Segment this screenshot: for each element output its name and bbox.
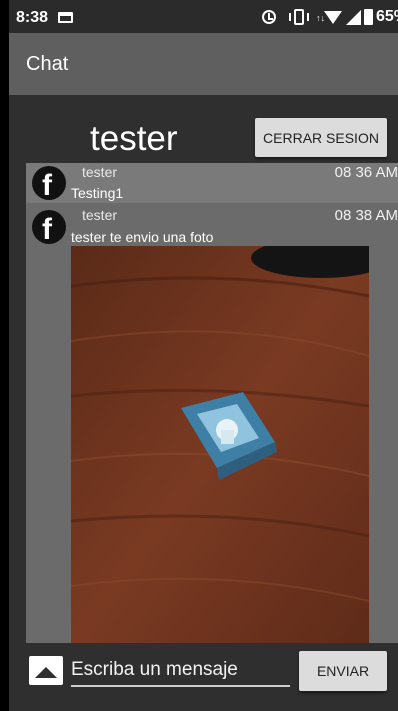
message-time: 08 36 AM	[334, 164, 398, 181]
messages-list[interactable]: f tester 08 36 AM Testing1 f tester 08 3…	[26, 163, 398, 643]
message-text: Testing1	[71, 185, 124, 201]
message-item[interactable]: f tester 08 36 AM Testing1	[26, 163, 398, 203]
message-input[interactable]	[71, 655, 290, 687]
app-screen: 8:38 ↑↓ 65% Chat tester CERRAR SESION f …	[9, 0, 398, 711]
status-time: 8:38	[16, 9, 49, 26]
facebook-avatar-icon: f	[32, 166, 66, 200]
card-icon	[58, 12, 73, 23]
vibrate-icon	[286, 9, 312, 25]
logout-button[interactable]: CERRAR SESION	[255, 118, 387, 157]
alarm-icon	[262, 10, 276, 24]
message-time: 08 38 AM	[334, 207, 398, 224]
message-text: tester te envio una foto	[71, 229, 214, 245]
message-user: tester	[82, 164, 118, 180]
image-attach-icon[interactable]	[29, 656, 63, 685]
username-title: tester	[90, 119, 178, 158]
signal-icon	[346, 10, 361, 25]
message-photo[interactable]	[71, 246, 369, 643]
wifi-icon	[324, 11, 342, 24]
battery-percent: 65%	[376, 8, 398, 25]
status-bar: 8:38 ↑↓ 65%	[9, 0, 398, 33]
app-bar: Chat	[9, 33, 398, 95]
app-title: Chat	[26, 53, 69, 75]
message-user: tester	[82, 207, 118, 223]
send-button[interactable]: ENVIAR	[299, 651, 387, 691]
composer: ENVIAR	[9, 645, 398, 711]
battery-icon	[364, 9, 373, 25]
facebook-avatar-icon: f	[32, 210, 66, 244]
